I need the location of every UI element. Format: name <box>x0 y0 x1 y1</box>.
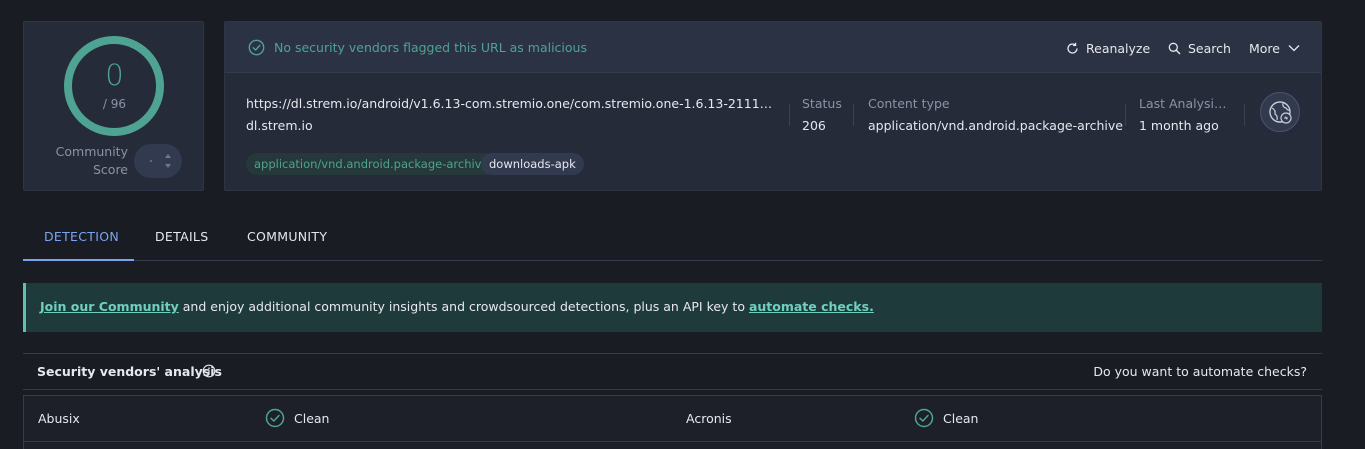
content-type-value: application/vnd.android.package-archive <box>868 118 1123 133</box>
community-label-line2: Score <box>92 162 128 177</box>
analyzed-domain: dl.strem.io <box>246 118 313 133</box>
reanalyze-label: Reanalyze <box>1086 40 1151 56</box>
automate-checks-link[interactable]: automate checks. <box>749 299 874 314</box>
notice-text: Join our Community and enjoy additional … <box>40 299 874 314</box>
community-label-line1: Community <box>55 144 128 159</box>
table-row: Abusix Clean Acronis Clean <box>24 396 1321 442</box>
check-circle-icon <box>248 39 265 56</box>
vote-up-icon[interactable] <box>165 154 171 158</box>
vendor-name: Abusix <box>38 411 80 426</box>
analyzed-url: https://dl.strem.io/android/v1.6.13-com.… <box>246 96 776 111</box>
reanalyze-button[interactable]: Reanalyze <box>1066 39 1150 57</box>
refresh-icon <box>1067 42 1078 54</box>
tag-content-type[interactable]: application/vnd.android.package-archive <box>246 153 497 175</box>
vendor-result-label: Clean <box>943 410 979 426</box>
divider <box>23 353 1322 354</box>
last-analysis-label: Last Analysis Date <box>1139 96 1233 111</box>
divider <box>1125 104 1126 126</box>
search-label: Search <box>1188 40 1231 56</box>
check-circle-icon <box>265 408 285 428</box>
vendor-result-label: Clean <box>294 410 330 426</box>
tab-details[interactable]: DETAILS <box>155 229 208 244</box>
search-button[interactable]: Search <box>1168 39 1231 57</box>
tab-community[interactable]: COMMUNITY <box>247 229 327 244</box>
vote-down-icon[interactable] <box>165 164 171 168</box>
vendor-name: Acronis <box>686 411 732 426</box>
vote-dot-icon <box>150 160 152 162</box>
detection-total: / 96 <box>102 97 127 111</box>
tag-downloads-apk[interactable]: downloads-apk <box>481 153 584 175</box>
active-tab-indicator <box>23 259 134 261</box>
tabs-divider <box>23 260 1322 261</box>
vendor-result: Clean <box>914 408 978 428</box>
vendors-heading: Security vendors' analysis <box>37 364 222 379</box>
last-analysis-value: 1 month ago <box>1139 118 1219 133</box>
more-menu-button[interactable]: More <box>1249 39 1300 57</box>
vendor-results-table: Abusix Clean Acronis Clean <box>23 395 1322 449</box>
notice-middle-text: and enjoy additional community insights … <box>178 299 749 314</box>
info-icon[interactable] <box>202 364 216 378</box>
verdict-message: No security vendors flagged this URL as … <box>274 40 587 55</box>
verdict-banner: No security vendors flagged this URL as … <box>225 22 1321 73</box>
check-circle-icon <box>914 408 934 428</box>
url-info-panel: No security vendors flagged this URL as … <box>224 21 1322 191</box>
divider <box>789 104 790 126</box>
globe-icon <box>1269 101 1292 124</box>
community-vote-toggle[interactable] <box>134 144 182 178</box>
automate-checks-question[interactable]: Do you want to automate checks? <box>1093 364 1307 379</box>
status-label: Status <box>802 96 842 111</box>
globe-link-icon[interactable] <box>1260 92 1300 132</box>
community-notice: Join our Community and enjoy additional … <box>23 283 1322 332</box>
status-value: 206 <box>802 118 826 133</box>
content-type-label: Content type <box>868 96 950 111</box>
divider <box>23 389 1322 390</box>
divider <box>853 104 854 126</box>
tab-detection[interactable]: DETECTION <box>44 229 119 244</box>
community-score-label: Community Score <box>42 143 128 179</box>
more-label: More <box>1249 40 1280 56</box>
join-community-link[interactable]: Join our Community <box>40 299 179 314</box>
divider <box>1244 104 1245 126</box>
vendor-result: Clean <box>265 408 329 428</box>
detection-score-panel: 0 / 96 Community Score <box>23 21 204 191</box>
detection-count: 0 <box>105 58 124 92</box>
chevron-down-icon <box>1288 45 1300 52</box>
search-icon <box>1168 42 1181 54</box>
